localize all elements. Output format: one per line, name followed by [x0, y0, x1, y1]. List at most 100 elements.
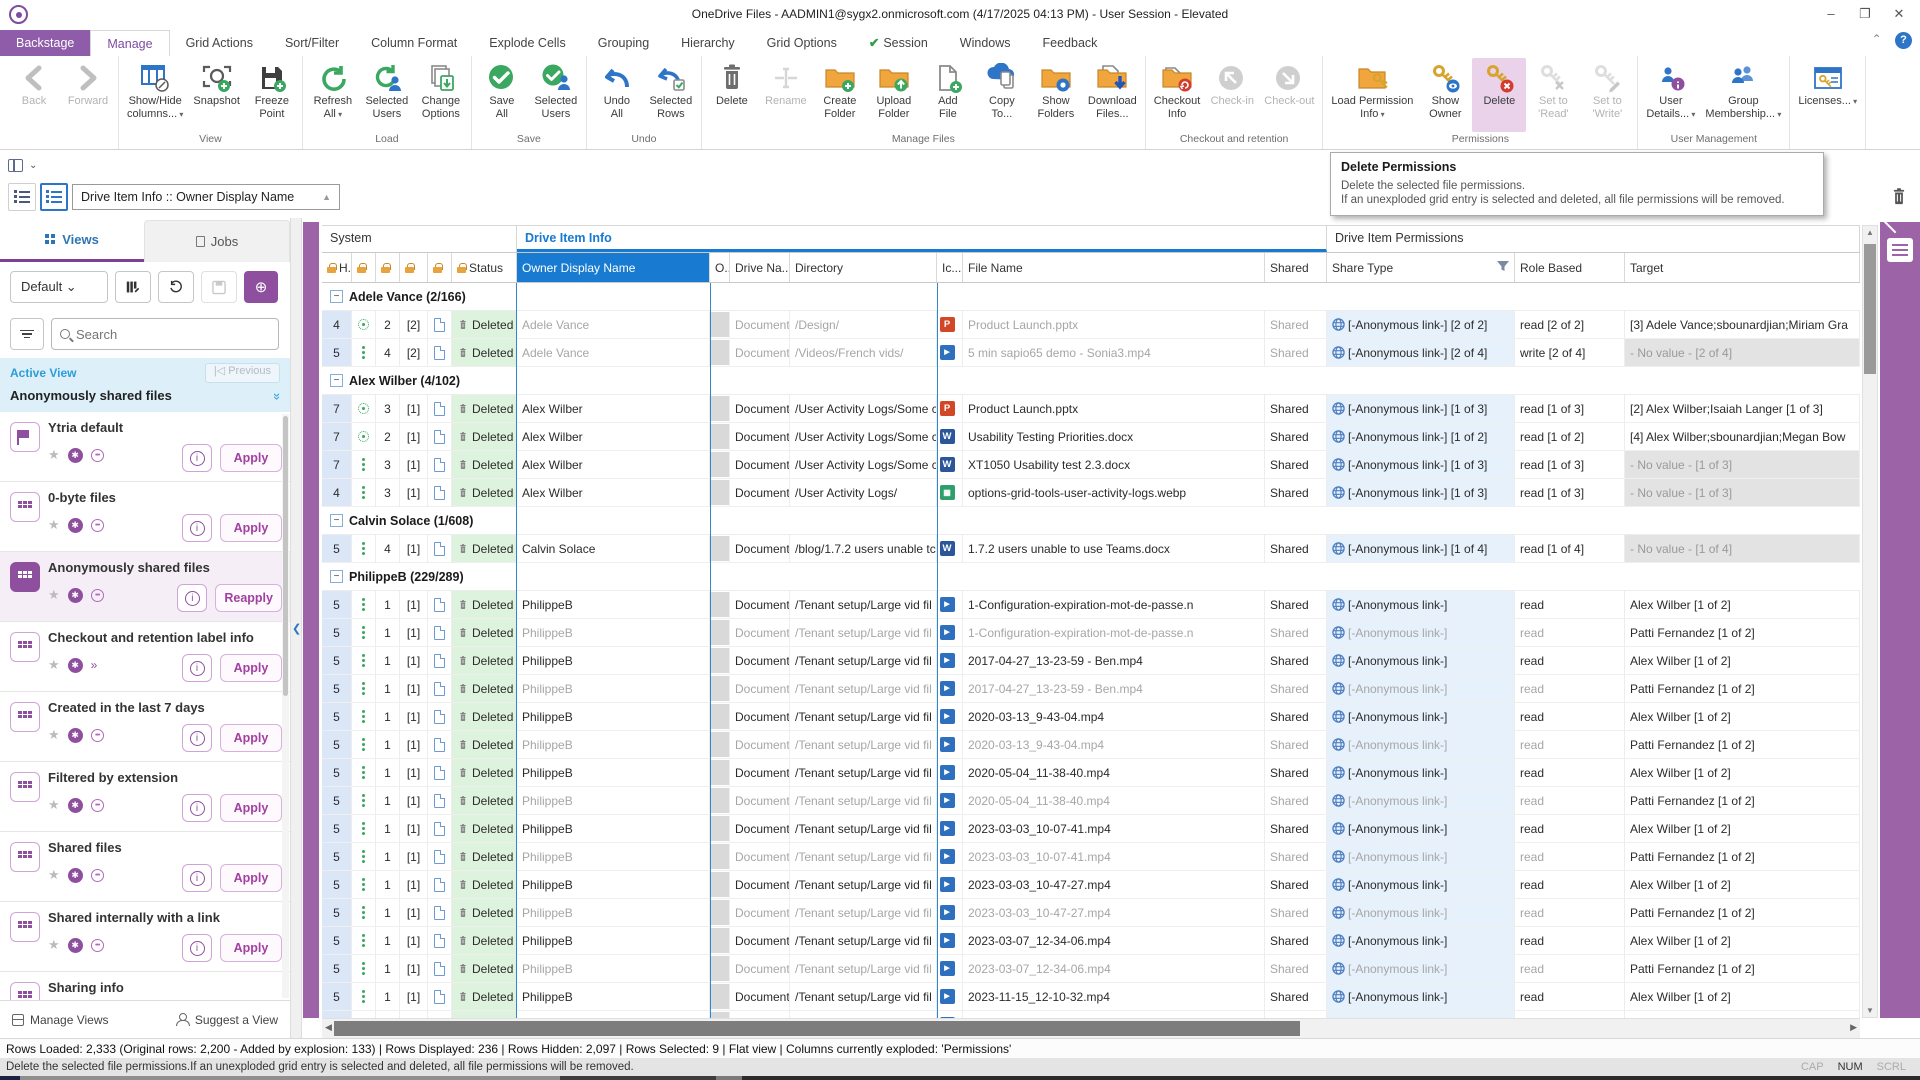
view-item-shared-files[interactable]: Shared files★✱•••iApply — [0, 832, 290, 902]
ribbon-button-undo-all[interactable]: Undo All — [590, 58, 644, 132]
column-header-role-based[interactable]: Role Based — [1515, 253, 1625, 282]
ribbon-button-set-to-read-[interactable]: Set to 'Read' — [1526, 58, 1580, 132]
ribbon-button-show-owner[interactable]: Show Owner — [1418, 58, 1472, 132]
filter-views-button[interactable] — [10, 318, 44, 350]
table-row[interactable]: 72[1]DeletedAlex WilberDocuments/User Ac… — [322, 423, 1860, 451]
maximize-button[interactable]: ❐ — [1848, 0, 1882, 28]
info-button[interactable]: i — [182, 864, 212, 892]
tab-hierarchy[interactable]: Hierarchy — [665, 30, 751, 56]
table-row[interactable]: 51[1]DeletedPhilippeBDocuments/Tenant se… — [322, 871, 1860, 899]
column-header-o-[interactable]: O... — [710, 253, 730, 282]
clear-grouping-button[interactable] — [1884, 183, 1914, 211]
chevron-down-icon[interactable]: ⌄ — [29, 160, 37, 171]
band-system[interactable]: System — [322, 226, 517, 252]
apply-button[interactable]: Apply — [220, 794, 282, 822]
add-view-button[interactable]: ⊕ — [244, 271, 278, 303]
ribbon-button-selected-rows[interactable]: Selected Rows — [644, 58, 698, 132]
collapse-chevrons-icon[interactable]: » — [270, 393, 285, 398]
collapse-group-icon[interactable]: − — [330, 290, 343, 303]
ribbon-button-freeze-point[interactable]: Freeze Point — [245, 58, 299, 132]
ribbon-button-set-to-write-[interactable]: Set to 'Write' — [1580, 58, 1634, 132]
favorite-star-icon[interactable]: ★ — [48, 447, 60, 463]
tab-feedback[interactable]: Feedback — [1027, 30, 1114, 56]
ribbon-button-group-membership-[interactable]: Group Membership... ▾ — [1700, 58, 1786, 132]
table-row[interactable]: 51[1]DeletedPhilippeBDocuments/Tenant se… — [322, 899, 1860, 927]
table-row[interactable]: 51[1]DeletedPhilippeBDocuments/Tenant se… — [322, 927, 1860, 955]
tab-manage[interactable]: Manage — [90, 30, 169, 56]
reapply-button[interactable]: Reapply — [215, 584, 282, 612]
table-row[interactable]: 54[2]DeletedAdele VanceDocuments/Videos/… — [322, 339, 1860, 367]
ribbon-button-user-details-[interactable]: User Details... ▾ — [1641, 58, 1700, 132]
view-item-filtered-by-extension[interactable]: Filtered by extension★✱•••iApply — [0, 762, 290, 832]
tab-explode-cells[interactable]: Explode Cells — [473, 30, 581, 56]
collapse-group-icon[interactable]: − — [330, 514, 343, 527]
table-row[interactable]: 51[1]DeletedPhilippeBDocuments/Tenant se… — [322, 647, 1860, 675]
ribbon-button-snapshot[interactable]: Snapshot — [188, 58, 244, 132]
band-drive-item-info[interactable]: Drive Item Info — [517, 226, 1327, 252]
help-icon[interactable]: ? — [1895, 32, 1912, 49]
vertical-scrollbar[interactable]: ▲ ▼ — [1862, 225, 1878, 1018]
table-row[interactable]: 51[1]DeletedPhilippeBDocuments/Tenant se… — [322, 759, 1860, 787]
group-row[interactable]: −PhilippeB (229/289) — [322, 563, 1860, 591]
column-header-status[interactable]: Status — [452, 253, 517, 282]
favorite-star-icon[interactable]: ★ — [48, 937, 60, 953]
group-row[interactable]: −Alex Wilber (4/102) — [322, 367, 1860, 395]
expand-chevrons-icon[interactable]: » — [91, 658, 96, 672]
table-row[interactable]: 51[1]DeletedPhilippeBDocuments/Tenant se… — [322, 731, 1860, 759]
info-button[interactable]: i — [182, 514, 212, 542]
table-row[interactable]: 51[1]DeletedPhilippeBDocuments/Tenant se… — [322, 591, 1860, 619]
horizontal-scroll-thumb[interactable] — [334, 1021, 1300, 1036]
table-row[interactable]: 51[1]DeletedPhilippeBDocuments/Tenant se… — [322, 955, 1860, 983]
info-button[interactable]: i — [182, 654, 212, 682]
default-dropdown[interactable]: Default ⌄ — [10, 271, 108, 303]
apply-button[interactable]: Apply — [220, 864, 282, 892]
ribbon-button-save-all[interactable]: Save All — [475, 58, 529, 132]
info-button[interactable]: i — [177, 584, 207, 612]
tab-session[interactable]: ✔Session — [853, 30, 944, 56]
ribbon-button-load-permission-info[interactable]: Load Permission Info ▾ — [1326, 58, 1418, 132]
table-row[interactable]: 73[1]DeletedAlex WilberDocuments/User Ac… — [322, 395, 1860, 423]
apply-button[interactable]: Apply — [220, 724, 282, 752]
tab-backstage[interactable]: Backstage — [0, 30, 90, 56]
collapse-group-icon[interactable]: − — [330, 374, 343, 387]
vertical-scroll-thumb[interactable] — [1864, 244, 1876, 374]
column-header-drive-na-[interactable]: Drive Na... — [730, 253, 790, 282]
ribbon-button-forward[interactable]: Forward — [61, 58, 115, 132]
tab-grid-actions[interactable]: Grid Actions — [170, 30, 269, 56]
ribbon-button-selected-users[interactable]: Selected Users — [529, 58, 583, 132]
info-button[interactable]: i — [182, 934, 212, 962]
collapse-sidebar-icon[interactable]: ❮ — [292, 622, 301, 635]
view-item-0-byte-files[interactable]: 0-byte files★✱•••iApply — [0, 482, 290, 552]
view-item-anonymously-shared-files[interactable]: Anonymously shared files★✱•••iReapply — [0, 552, 290, 622]
column-header-ic-[interactable]: Ic... — [937, 253, 963, 282]
ribbon-button-download-files-[interactable]: Download Files... — [1083, 58, 1142, 132]
group-by-combobox[interactable]: Drive Item Info :: Owner Display Name ▲ — [72, 184, 340, 210]
ribbon-button-rename[interactable]: Rename — [759, 58, 813, 132]
table-row[interactable]: 51[1]DeletedPhilippeBDocuments/Tenant se… — [322, 619, 1860, 647]
view-item-sharing-info[interactable]: Sharing info★✱•••iApply — [0, 972, 290, 1000]
ribbon-button-show-folders[interactable]: Show Folders — [1029, 58, 1083, 132]
tab-windows[interactable]: Windows — [944, 30, 1027, 56]
suggest-view-link[interactable]: Suggest a View — [176, 1013, 278, 1027]
ribbon-button-check-out[interactable]: Check-out — [1259, 58, 1319, 132]
panel-list-icon[interactable] — [1887, 238, 1913, 262]
panes-icon[interactable] — [8, 159, 23, 172]
column-header-h-[interactable]: H.. — [322, 253, 352, 282]
column-header-target[interactable]: Target — [1625, 253, 1860, 282]
ribbon-button-check-in[interactable]: Check-in — [1205, 58, 1259, 132]
view-item-ytria-default[interactable]: Ytria default★✱•••iApply — [0, 412, 290, 482]
flat-view-toggle[interactable] — [8, 183, 36, 211]
tab-grouping[interactable]: Grouping — [582, 30, 665, 56]
table-row[interactable]: 42[2]DeletedAdele VanceDocuments/Design/… — [322, 311, 1860, 339]
apply-button[interactable]: Apply — [220, 654, 282, 682]
ribbon-button-back[interactable]: Back — [7, 58, 61, 132]
table-row[interactable]: 51[1]DeletedPhilippeBDocuments/Tenant se… — [322, 703, 1860, 731]
column-header-owner-display-name[interactable]: Owner Display Name — [517, 253, 710, 282]
expand-panel-icon[interactable] — [1884, 221, 1897, 234]
table-row[interactable]: 54[1]DeletedCalvin SolaceDocuments/blog/… — [322, 535, 1860, 563]
view-item-shared-internally-with-a-link[interactable]: Shared internally with a link★✱•••iApply — [0, 902, 290, 972]
ribbon-button-selected-users[interactable]: Selected Users — [360, 58, 414, 132]
edit-columns-button[interactable] — [115, 271, 151, 303]
ribbon-button-add-file[interactable]: Add File — [921, 58, 975, 132]
collapse-ribbon-icon[interactable]: ⌃ — [1872, 32, 1882, 46]
